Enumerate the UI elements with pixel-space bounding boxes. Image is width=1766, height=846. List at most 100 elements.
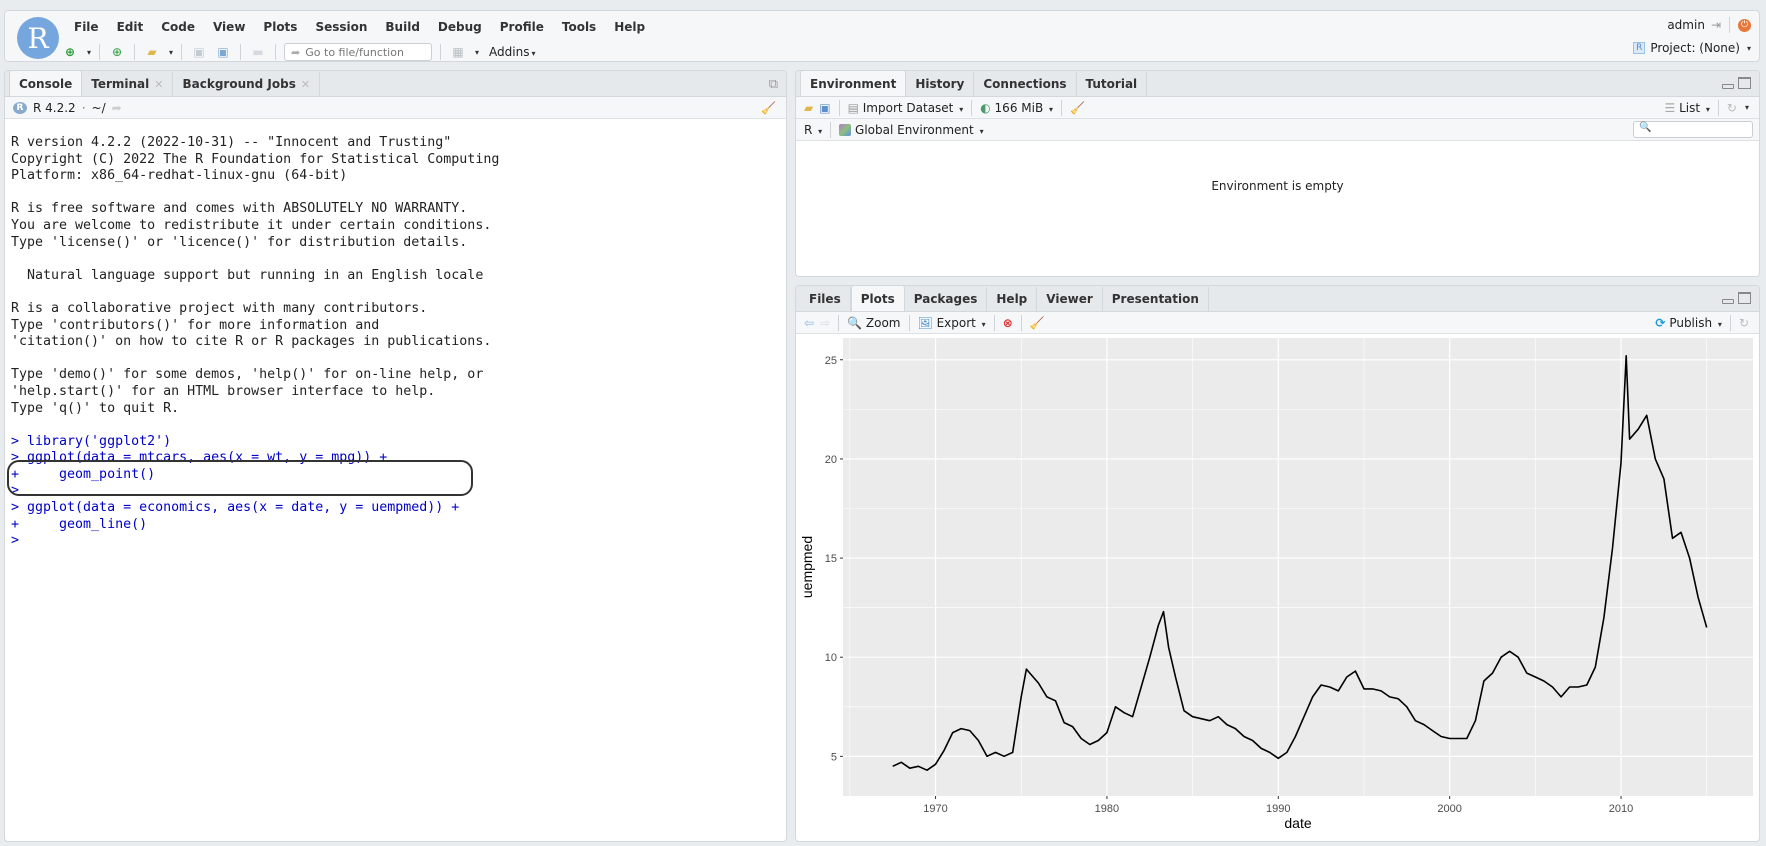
clear-console-icon[interactable]: 🧹: [761, 101, 776, 115]
project-menu[interactable]: R Project: (None) ▾: [1633, 41, 1751, 55]
tab-presentation[interactable]: Presentation: [1103, 287, 1209, 311]
tab-help[interactable]: Help: [987, 287, 1038, 311]
open-file-caret-icon[interactable]: ▾: [169, 48, 173, 57]
close-tab-icon[interactable]: ✕: [301, 78, 310, 91]
previous-plot-icon[interactable]: ⇦: [804, 316, 814, 330]
chevron-down-icon: ▾: [1717, 319, 1722, 329]
refresh-icon[interactable]: ↻: [1739, 316, 1749, 330]
tab-console[interactable]: Console: [9, 71, 83, 96]
menu-view[interactable]: View: [204, 20, 254, 34]
console-command-line: > library('ggplot2'): [11, 433, 172, 449]
environment-search-input[interactable]: 🔍: [1633, 121, 1753, 138]
working-dir[interactable]: ~/: [92, 101, 106, 115]
plots-right-tools: ⟳ Publish ▾ ↻: [1655, 314, 1749, 331]
menu-debug[interactable]: Debug: [429, 20, 491, 34]
save-workspace-icon[interactable]: ▣: [819, 101, 830, 115]
zoom-button[interactable]: 🔍 Zoom: [847, 316, 900, 330]
tab-files[interactable]: Files: [800, 287, 851, 311]
menu-code[interactable]: Code: [152, 20, 204, 34]
save-all-icon[interactable]: ▣: [214, 44, 232, 60]
close-tab-icon[interactable]: ✕: [154, 78, 163, 91]
go-to-file-placeholder: Go to file/function: [305, 45, 404, 59]
x-tick-label: 1990: [1266, 803, 1290, 815]
tab-label: Help: [996, 292, 1028, 306]
export-image-icon: 🖼: [917, 315, 933, 330]
save-icon[interactable]: ▣: [190, 44, 208, 60]
scope-select[interactable]: Global Environment ▾: [839, 123, 984, 137]
sign-out-icon[interactable]: ⇥: [1711, 18, 1721, 32]
y-tick-label: 15: [825, 553, 837, 565]
tab-connections[interactable]: Connections: [974, 72, 1077, 96]
menu-profile[interactable]: Profile: [491, 20, 553, 34]
x-axis-title: date: [1284, 815, 1311, 831]
remove-plot-icon[interactable]: ⊗: [1003, 316, 1013, 330]
zoom-label: Zoom: [865, 315, 901, 330]
tab-plots[interactable]: Plots: [850, 286, 905, 311]
chevron-down-icon: ▾: [818, 126, 823, 136]
addins-button[interactable]: Addins ▾: [489, 45, 535, 59]
new-file-icon[interactable]: ⊕: [61, 44, 79, 60]
menu-session[interactable]: Session: [306, 20, 376, 34]
tab-history[interactable]: History: [906, 72, 975, 96]
menu-edit[interactable]: Edit: [108, 20, 153, 34]
print-icon[interactable]: ▬: [249, 44, 267, 60]
menu-file[interactable]: File: [65, 20, 108, 34]
go-to-dir-icon[interactable]: ➦: [112, 101, 122, 115]
import-dataset-button[interactable]: ▤ Import Dataset ▾: [848, 101, 964, 115]
open-file-icon[interactable]: ▰: [143, 44, 161, 60]
tab-viewer[interactable]: Viewer: [1037, 287, 1103, 311]
chevron-down-icon: ▾: [979, 126, 984, 136]
toolbar-divider: [838, 314, 840, 331]
toolbar-divider: [830, 121, 832, 138]
maximize-pane-icon[interactable]: [1738, 77, 1751, 89]
minimize-pane-icon[interactable]: [1722, 299, 1734, 304]
clear-environment-icon[interactable]: 🧹: [1070, 101, 1085, 115]
quit-session-icon[interactable]: ⏻: [1738, 18, 1751, 32]
pane-layout-caret-icon[interactable]: ▾: [475, 48, 479, 57]
toolbar-divider: [440, 44, 442, 60]
toolbar-divider: [181, 44, 183, 60]
next-plot-icon[interactable]: ⇨: [820, 316, 830, 330]
minimize-pane-icon[interactable]: [1722, 84, 1734, 89]
maximize-pane-icon[interactable]: [1738, 292, 1751, 304]
memory-usage-button[interactable]: ◐ 166 MiB ▾: [980, 101, 1053, 115]
view-mode-label: List: [1679, 100, 1701, 115]
plots-toolbar: ⇦ ⇨ 🔍 Zoom 🖼 Export ▾ ⊗ 🧹 ⟳ Publish ▾ ↻: [796, 312, 1759, 334]
menu-tools[interactable]: Tools: [553, 20, 605, 34]
chevron-down-icon: ▾: [531, 49, 536, 58]
clear-plots-icon[interactable]: 🧹: [1030, 316, 1045, 330]
toolbar-divider: [240, 44, 242, 60]
pane-layout-icon[interactable]: ▦: [449, 44, 467, 60]
language-select[interactable]: R ▾: [804, 123, 822, 137]
toolbar-row: ⊕ ▾ ⊕ ▰ ▾ ▣ ▣ ▬ ➦ Go to file/function ▦ ▾ A…: [61, 41, 536, 63]
tab-label: Viewer: [1046, 292, 1093, 306]
publish-button[interactable]: ⟳ Publish ▾: [1655, 316, 1722, 330]
menu-help[interactable]: Help: [605, 20, 654, 34]
go-to-file-input[interactable]: ➦ Go to file/function: [284, 43, 433, 61]
load-workspace-icon[interactable]: ▰: [804, 101, 813, 115]
tab-packages[interactable]: Packages: [905, 287, 988, 311]
publish-label: Publish: [1669, 315, 1713, 330]
restore-pane-icon[interactable]: ⧉: [769, 77, 778, 92]
refresh-icon[interactable]: ↻: [1727, 101, 1737, 115]
console-output-line: Type 'q()' to quit R.: [11, 400, 180, 416]
tab-terminal[interactable]: Terminal ✕: [82, 72, 174, 96]
console-output-line: 'citation()' on how to cite R or R packa…: [11, 334, 492, 350]
menu-build[interactable]: Build: [376, 20, 429, 34]
search-icon: 🔍: [1639, 122, 1652, 133]
tab-label: Tutorial: [1085, 77, 1138, 91]
export-button[interactable]: 🖼 Export ▾: [918, 316, 986, 330]
new-file-caret-icon[interactable]: ▾: [87, 48, 91, 57]
tab-environment[interactable]: Environment: [800, 71, 907, 96]
tab-label: Terminal: [91, 77, 150, 91]
tab-label: Presentation: [1111, 292, 1199, 306]
tab-background-jobs[interactable]: Background Jobs ✕: [173, 72, 321, 96]
toolbar-divider: [993, 314, 995, 331]
plot-canvas: 5 10 15 20 25 1970 1980 1990 2000 2010 date uempmed: [799, 338, 1753, 831]
tab-tutorial[interactable]: Tutorial: [1077, 72, 1148, 96]
new-project-icon[interactable]: ⊕: [108, 44, 126, 60]
view-mode-button[interactable]: ☰ List ▾: [1665, 101, 1710, 115]
menu-plots[interactable]: Plots: [254, 20, 306, 34]
